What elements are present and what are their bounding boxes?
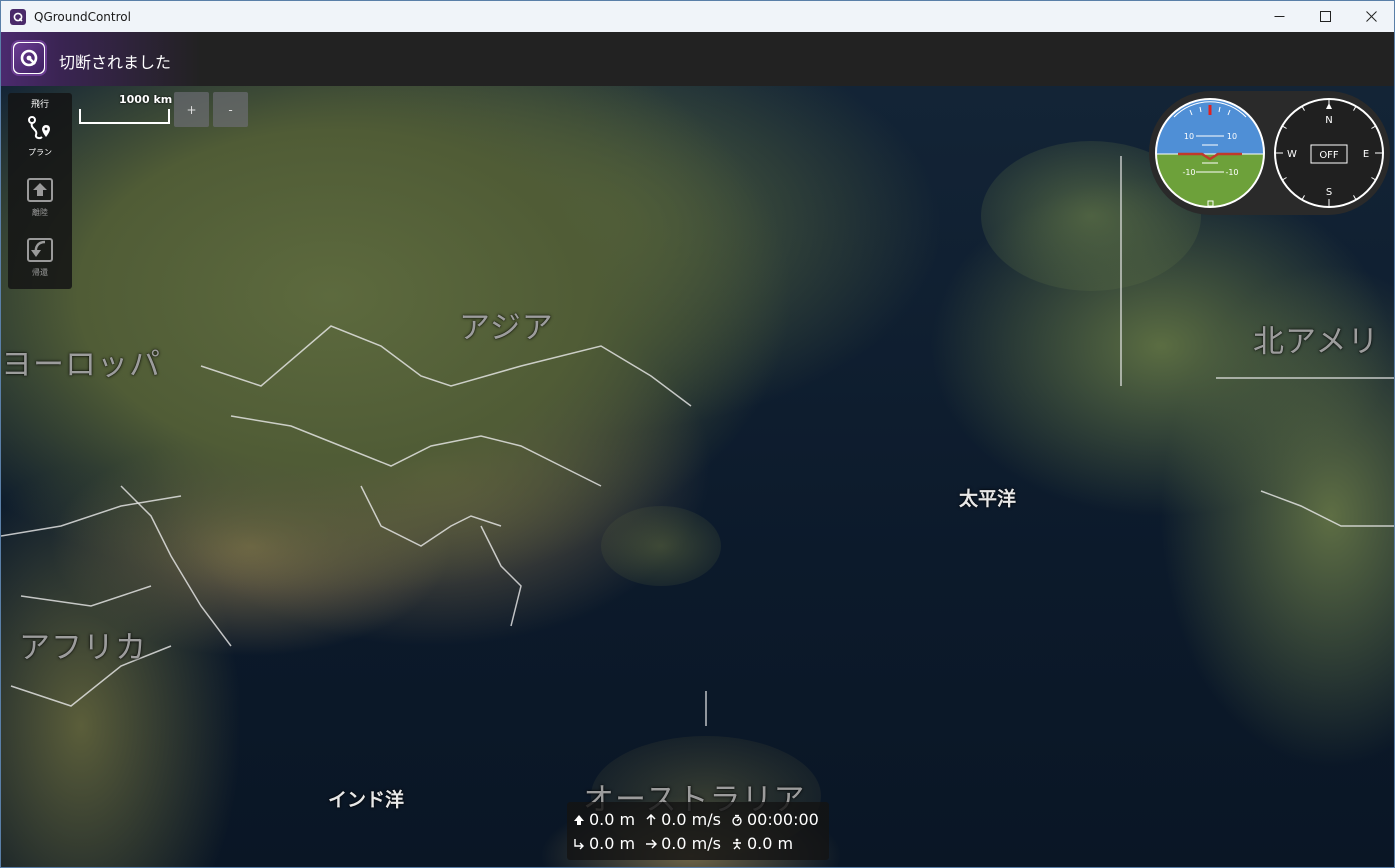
pitch-tick-label: 10	[1227, 132, 1237, 141]
vertical-speed-item: 0.0 m/s	[645, 810, 721, 829]
altitude-value-item: 0.0 m	[573, 810, 635, 829]
flight-time-value: 00:00:00	[746, 810, 819, 829]
zoom-in-button[interactable]: +	[174, 92, 209, 127]
distance-value: 0.0 m	[589, 834, 636, 853]
pitch-tick-label: -10	[1225, 168, 1238, 177]
app-icon	[10, 8, 26, 25]
fly-tools-title: 飛行	[30, 100, 49, 110]
vertical-speed-value: 0.0 m/s	[661, 810, 721, 829]
map-label-asia: アジア	[459, 310, 554, 346]
maximize-button[interactable]	[1302, 1, 1348, 32]
window-controls	[1256, 1, 1394, 32]
compass-west: W	[1287, 149, 1297, 160]
instrument-panel[interactable]: 10 10 -10 -10 N E S W OFF	[1149, 91, 1390, 215]
flight-time-item: 00:00:00	[731, 810, 819, 829]
pitch-tick-label: 10	[1184, 132, 1194, 141]
takeoff-label: 離陸	[32, 208, 48, 217]
maximize-icon	[1319, 11, 1331, 22]
altitude-value: 0.0 m	[589, 810, 636, 829]
compass-south: S	[1326, 187, 1332, 198]
compass-indicator: N E S W OFF	[1274, 98, 1384, 208]
return-button[interactable]: 帰還	[8, 233, 72, 289]
ground-speed-value: 0.0 m/s	[661, 834, 721, 853]
plan-label: プラン	[28, 148, 52, 157]
home-distance-item: 0.0 m	[731, 834, 793, 853]
vertical-speed-icon	[645, 813, 657, 826]
app-window: QGroundControl 切断されました アジア ヨーロッパ 北アメリ アフ…	[0, 0, 1395, 868]
compass-north: N	[1325, 115, 1332, 126]
ground-speed-icon	[645, 838, 658, 850]
window-titlebar[interactable]: QGroundControl	[1, 1, 1394, 32]
altitude-icon	[573, 814, 585, 826]
zoom-out-button[interactable]: -	[213, 92, 248, 127]
distance-icon	[573, 838, 585, 850]
attitude-indicator: 10 10 -10 -10	[1155, 98, 1265, 208]
telemetry-row: 0.0 m 0.0 m/s 0.0 m	[573, 834, 803, 853]
map-label-north-america: 北アメリ	[1253, 324, 1380, 360]
close-button[interactable]	[1348, 1, 1394, 32]
map-label-indian-ocean: インド洋	[328, 789, 405, 811]
distance-item: 0.0 m	[573, 834, 635, 853]
takeoff-icon	[27, 178, 53, 202]
minimize-icon	[1274, 16, 1284, 17]
qgc-logo-button[interactable]	[11, 40, 47, 76]
plan-icon	[28, 116, 50, 140]
telemetry-panel[interactable]: 0.0 m 0.0 m/s 00:00:00 0.0 m 0.0 m/s 0.0…	[567, 802, 829, 860]
minimize-button[interactable]	[1256, 1, 1302, 32]
map-label-pacific: 太平洋	[959, 488, 1017, 510]
connection-status[interactable]: 切断されました	[59, 49, 171, 73]
qgc-logo-icon	[14, 43, 44, 73]
map-scale-label: 1000 km	[119, 93, 173, 106]
main-toolbar: 切断されました	[1, 32, 1394, 86]
return-icon	[27, 238, 53, 262]
map-label-europe: ヨーロッパ	[1, 347, 161, 383]
fly-tools-panel: 飛行 プラン 離陸 帰還	[8, 93, 72, 289]
compass-east: E	[1363, 149, 1369, 160]
map-scale-bar	[79, 109, 170, 124]
ground-speed-item: 0.0 m/s	[645, 834, 721, 853]
home-distance-icon	[731, 838, 743, 850]
plan-button[interactable]: プラン	[8, 113, 72, 169]
timer-icon	[731, 814, 743, 826]
map-label-africa: アフリカ	[19, 630, 147, 666]
takeoff-button[interactable]: 離陸	[8, 173, 72, 229]
compass-status: OFF	[1319, 150, 1339, 161]
window-title: QGroundControl	[34, 9, 131, 24]
return-label: 帰還	[32, 268, 48, 277]
telemetry-row: 0.0 m 0.0 m/s 00:00:00	[573, 810, 829, 829]
home-distance-value: 0.0 m	[746, 834, 794, 853]
pitch-tick-label: -10	[1182, 168, 1195, 177]
close-icon	[1365, 11, 1377, 22]
